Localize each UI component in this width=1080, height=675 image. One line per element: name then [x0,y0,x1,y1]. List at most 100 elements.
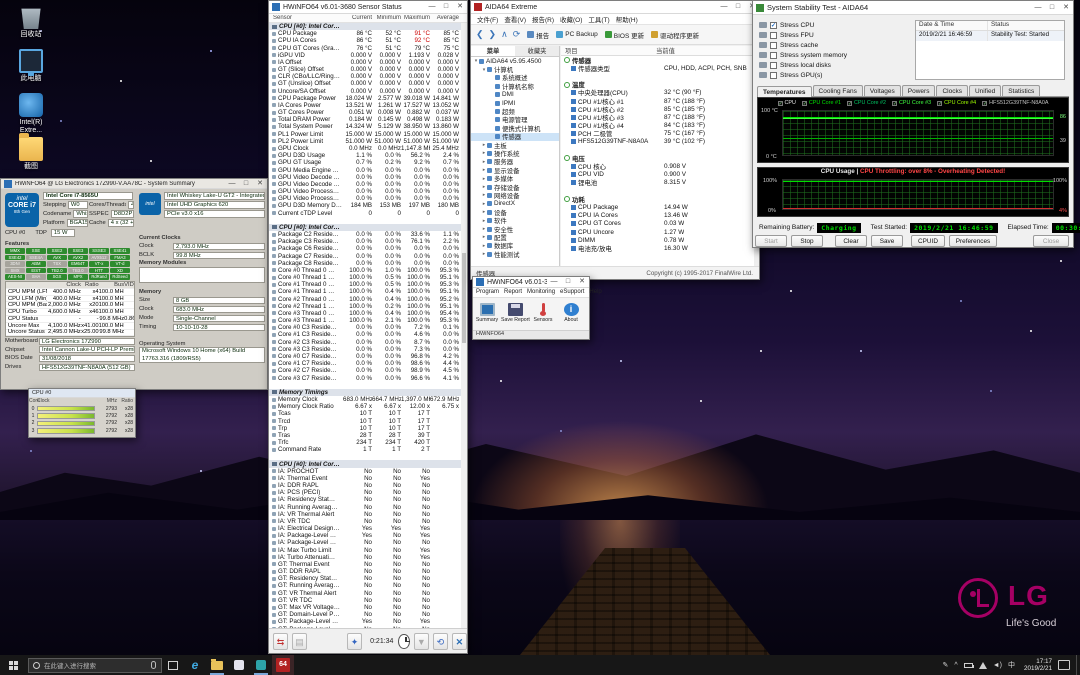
layout-arrows-button[interactable]: ⇆ [273,633,288,650]
sensor-row[interactable]: Tras28 T28 T39 T [269,432,461,439]
stop-button[interactable]: Stop [791,235,823,247]
tree-item[interactable]: 传感器 [471,133,559,141]
sensor-row[interactable]: GT: VR TDCNoNoNo [269,597,461,604]
cpu-clock-titlebar[interactable]: CPU #0 [29,389,135,398]
sensor-row[interactable]: Core #2 C3 Reside…0.0 %0.0 %8.7 %0.0 % [269,339,461,346]
maximize-icon[interactable]: □ [1045,2,1059,14]
sensor-row[interactable]: GT: Max VR Voltage…NoNoNo [269,604,461,611]
item-group-row[interactable]: 功耗 [561,195,754,203]
menu-item[interactable]: 文件(F) [477,14,498,24]
pane-tab[interactable]: 收藏夹 [515,46,559,56]
launcher-titlebar[interactable]: HWiNFO64 v6.01-36… — □ ✕ [473,277,589,288]
sensor-row[interactable]: Total System Power14.324 W5.129 W38.950 … [269,123,461,130]
stability-titlebar[interactable]: System Stability Test - AIDA64 — □ ✕ [753,1,1073,15]
sensor-row[interactable]: Uncore/SA Offset0.000 V0.000 V0.000 V0.0… [269,88,461,95]
close-icon[interactable]: ✕ [1059,2,1073,14]
legend-entry[interactable]: ✓HFS512G39TNF-N8A0A [982,100,1048,106]
volume-icon[interactable]: ◄) [993,662,1002,669]
sensor-row[interactable]: IA: Running Averag…NoNoNo [269,504,461,511]
item-row[interactable]: CPU 核心0.908 V [561,162,754,170]
sensor-row[interactable]: GPU Clock0.0 MHz0.0 MHz1,147.8 MHz25.4 M… [269,145,461,152]
sensor-group-row[interactable]: CPU [#0]: Intel Cor… [269,224,461,231]
sensor-row[interactable]: GT Cores Power0.051 W0.008 W0.882 W0.037… [269,109,461,116]
launcher-tool-floppy[interactable]: Save Report [501,303,529,323]
sensor-row[interactable]: GPU Video Process…0.0 %0.0 %0.0 %0.0 % [269,188,461,195]
ime-indicator[interactable]: 中 [1008,660,1015,670]
sensor-row[interactable]: GT (Unslice) Offset0.000 V0.000 V0.000 V… [269,80,461,87]
close-icon[interactable]: ✕ [453,1,467,13]
menu-item[interactable]: 收藏(O) [560,14,582,24]
up-icon[interactable]: ∧ [501,29,508,40]
tree-item[interactable]: DMI [471,91,559,99]
sensor-row[interactable]: CPU Package86 °C52 °C91 °C85 °C [269,30,461,37]
sensor-group-row[interactable]: CPU [#0]: Intel Cor… [269,460,461,467]
toolbar-button[interactable]: PC Backup [556,30,598,40]
item-row[interactable]: CPU GT Cores0.03 W [561,220,754,228]
sensor-row[interactable]: IA: Turbo Attenuati…NoNoYes [269,554,461,561]
legend-checkbox[interactable]: ✓ [892,101,897,106]
tree-item[interactable]: ▸数据库 [471,242,559,250]
tree-item[interactable]: ▸服务器 [471,158,559,166]
sensor-row[interactable]: GT: VR Thermal AlertNoNoNo [269,590,461,597]
maximize-icon[interactable]: □ [439,1,453,13]
tab-temperatures[interactable]: Temperatures [757,86,812,97]
sensor-row[interactable]: IA: PROCHOTNoNoNo [269,468,461,475]
tray-chevron-icon[interactable]: ^ [954,662,957,669]
sensor-row[interactable]: PL1 Power Limit15.000 W15.000 W15.000 W1… [269,131,461,138]
desktop-icon-this-pc[interactable]: 此电脑 [8,49,54,83]
minimize-icon[interactable]: — [425,1,439,13]
maximize-icon[interactable]: □ [731,1,745,13]
stress-option[interactable]: Stress cache [759,40,909,50]
sensor-row[interactable]: Current cTDP Level0000 [269,209,461,216]
tree-item[interactable]: 系统概述 [471,74,559,82]
stress-option[interactable]: Stress GPU(s) [759,70,909,80]
aida64-item-columns[interactable]: 项目当前值 [561,46,754,56]
sensor-group-row[interactable]: Memory Timings [269,389,461,396]
sensor-row[interactable]: Core #1 Thread 0 …100.0 %0.5 %100.0 %95.… [269,281,461,288]
taskbar-edge[interactable]: e [184,655,206,675]
sensor-titlebar[interactable]: HWiNFO64 v6.01-3680 Sensor Status — □ ✕ [269,1,467,14]
sensor-row[interactable]: GPU D3D Usage1.1 %0.0 %56.2 %2.4 % [269,152,461,159]
sensor-row[interactable]: IA: VR Thermal AlertNoNoNo [269,511,461,518]
sensor-row[interactable]: Core #2 C7 Reside…0.0 %0.0 %98.9 %4.5 % [269,367,461,374]
tab-cooling-fans[interactable]: Cooling Fans [813,85,863,96]
menu-item[interactable]: eSupport [560,289,584,295]
sensor-row[interactable]: GT: Package-Level …YesNoYes [269,618,461,625]
legend-entry[interactable]: ✓CPU Core #4 [937,100,976,106]
sensor-row[interactable]: IA: Residency Stat…NoNoNo [269,496,461,503]
launcher-tool-thermometer[interactable]: Sensors [529,303,557,323]
sensor-row[interactable]: Core #0 C3 Reside…0.0 %0.0 %7.2 %0.1 % [269,324,461,331]
item-row[interactable]: HFS512G39TNF-N8A0A39 °C (102 °F) [561,138,754,146]
sensor-row[interactable]: Core #3 C7 Reside…0.0 %0.0 %96.6 %4.1 % [269,374,461,381]
tree-item[interactable]: 电源管理 [471,116,559,124]
hwinfo-summary-titlebar[interactable]: HWiNFO64 @ LG Electronics 17Z990-V.AA78C… [1,179,267,189]
sensor-row[interactable]: iGPU VID0.000 V0.000 V1.193 V0.028 V [269,52,461,59]
sensor-row[interactable]: CPU IA Cores86 °C51 °C92 °C85 °C [269,37,461,44]
tree-item[interactable]: 便携式计算机 [471,124,559,132]
tree-item[interactable]: ▸设备 [471,208,559,216]
show-desktop-button[interactable] [1076,655,1080,675]
sensor-row[interactable]: Core #2 Thread 1 …100.0 %0.2 %100.0 %95.… [269,303,461,310]
save-button[interactable]: Save [871,235,903,247]
sensor-row[interactable]: CPU Package Power18.024 W2.577 W39.018 W… [269,95,461,102]
sensor-row[interactable]: Tcas10 T10 T17 T [269,410,461,417]
menu-item[interactable]: 报告(R) [532,14,554,24]
tree-item[interactable]: ▾计算机 [471,65,559,73]
sensor-row[interactable]: Memory Clock Ratio6.67 x6.67 x12.00 x6.7… [269,403,461,410]
sensor-row[interactable]: IA: Electrical Design…YesYesYes [269,525,461,532]
taskbar-app-teal[interactable] [250,655,272,675]
tree-item[interactable]: ▸软件 [471,216,559,224]
stability-log-table[interactable]: Date & TimeStatus2019/2/21 16:46:59Stabi… [915,20,1065,80]
legend-checkbox[interactable]: ✓ [982,101,987,106]
sensor-row[interactable]: Core #2 Thread 0 …100.0 %0.4 %100.0 %95.… [269,296,461,303]
checkbox[interactable] [770,42,777,49]
tab-clocks[interactable]: Clocks [936,85,968,96]
sensor-row[interactable]: GT: Thermal EventNoNoNo [269,561,461,568]
close-icon[interactable]: ✕ [575,277,589,288]
sensor-row[interactable]: Package C6 Reside…0.0 %0.0 %0.0 %0.0 % [269,245,461,252]
sensor-row[interactable]: GT: DDR RAPLNoNoNo [269,568,461,575]
checkbox[interactable] [770,62,777,69]
refresh-icon[interactable]: ⟳ [513,29,521,40]
sensor-row[interactable]: GPU D3D Memory D…184 MB153 MB197 MB180 M… [269,202,461,209]
item-row[interactable]: PCH 二极管75 °C (167 °F) [561,130,754,138]
